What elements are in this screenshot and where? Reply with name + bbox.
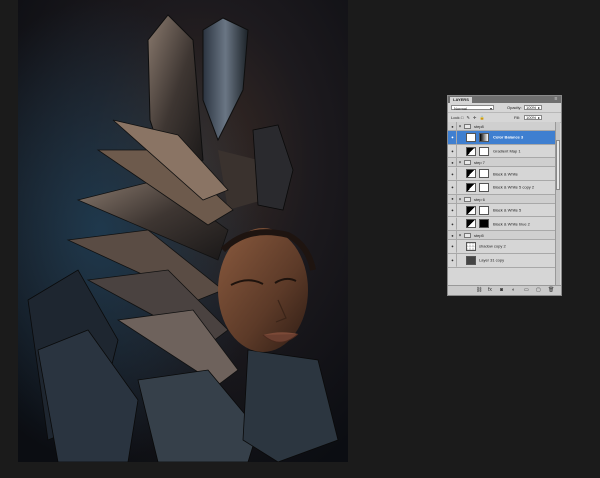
layer-row[interactable]: ● Black & White 5 <box>448 203 556 218</box>
opacity-label: Opacity: <box>507 105 522 110</box>
panel-menu-icon[interactable]: ≡ <box>553 97 559 102</box>
eye-icon[interactable]: ● <box>449 158 457 167</box>
adjustment-thumbnail-icon <box>466 219 476 229</box>
adjustment-thumbnail-icon <box>466 183 476 193</box>
disclosure-triangle-icon[interactable]: ▾ <box>459 233 461 238</box>
layer-name: Black & White 5 <box>493 207 522 213</box>
trash-icon[interactable]: 🗑 <box>548 288 554 293</box>
group-name: step5 <box>474 233 484 239</box>
eye-icon[interactable]: ● <box>449 217 457 231</box>
eye-icon[interactable]: ● <box>449 131 457 144</box>
layers-list: ● ▾ step8 ● Color Balance 3 ● Gradient M… <box>448 122 556 287</box>
fill-label: Fill: <box>514 115 521 120</box>
opacity-value: 100% <box>526 105 537 110</box>
eye-icon[interactable]: ● <box>449 203 457 217</box>
group-name: step 6 <box>474 196 485 202</box>
layer-name: Gradient Map 1 <box>493 148 521 154</box>
eye-icon[interactable]: ● <box>449 144 457 158</box>
eye-icon[interactable]: ● <box>449 181 457 194</box>
disclosure-triangle-icon[interactable]: ▾ <box>459 124 461 129</box>
layer-row[interactable]: ● Black & White <box>448 167 556 182</box>
adjustment-thumbnail-icon <box>466 205 476 215</box>
chevron-right-icon: ▸ <box>537 115 540 120</box>
blend-mode-select[interactable]: Normal ▾ <box>451 105 494 111</box>
layer-group-row[interactable]: ● ▾ step8 <box>448 122 556 131</box>
group-name: step8 <box>474 124 484 129</box>
scrollbar-thumb[interactable] <box>556 140 560 190</box>
disclosure-triangle-icon[interactable]: ▾ <box>459 196 461 201</box>
layer-mask-thumbnail <box>479 205 489 215</box>
adjustment-thumbnail-icon <box>466 169 476 179</box>
layer-name: shadow copy 2 <box>479 243 506 249</box>
layer-row[interactable]: ● Black & White 5 copy 2 <box>448 181 556 195</box>
layer-group-row[interactable]: ● ▾ step 6 <box>448 194 556 204</box>
layers-scrollbar[interactable] <box>555 122 560 287</box>
eye-icon[interactable]: ● <box>449 167 457 181</box>
fill-value: 100% <box>526 115 537 120</box>
fx-icon[interactable]: fx <box>488 288 492 293</box>
layer-mask-thumbnail <box>479 133 489 142</box>
chevron-right-icon: ▸ <box>537 105 540 110</box>
folder-icon <box>464 160 471 166</box>
layer-row[interactable]: ● Gradient Map 1 <box>448 144 556 159</box>
layer-row[interactable]: ● shadow copy 2 <box>448 240 556 254</box>
folder-icon <box>464 124 471 129</box>
blend-mode-value: Normal <box>454 106 467 111</box>
adjustment-thumbnail-icon <box>466 133 476 142</box>
layer-mask-thumbnail <box>479 219 489 229</box>
layers-panel: LAYERS ≡ Normal ▾ Opacity: 100% ▸ Lock: … <box>447 95 562 296</box>
eye-icon[interactable]: ● <box>449 253 457 267</box>
layer-name: Layer 31 copy <box>479 257 505 263</box>
layer-row[interactable]: ● Black & White blue 2 <box>448 217 556 232</box>
layer-group-row[interactable]: ● ▾ step 7 <box>448 158 556 168</box>
blend-opacity-row: Normal ▾ Opacity: 100% ▸ <box>448 103 561 113</box>
link-icon[interactable]: ⛓ <box>476 288 482 293</box>
eye-icon[interactable]: ● <box>449 122 457 130</box>
chevron-down-icon: ▾ <box>489 106 492 111</box>
layer-name: Black & White blue 2 <box>493 221 530 227</box>
layer-group-row[interactable]: ● ▾ step5 <box>448 231 556 241</box>
panel-titlebar: LAYERS ≡ <box>448 96 561 103</box>
layer-thumbnail <box>466 255 476 265</box>
portrait-artwork <box>18 0 348 462</box>
eye-icon[interactable]: ● <box>449 240 457 253</box>
eye-icon[interactable]: ● <box>449 231 457 240</box>
layer-mask-thumbnail <box>479 183 489 193</box>
lock-icons[interactable]: □ ✎ ✛ 🔒 <box>461 115 485 120</box>
fill-field[interactable]: 100% ▸ <box>524 115 542 120</box>
folder-icon[interactable]: ▭ <box>524 288 529 293</box>
disclosure-triangle-icon[interactable]: ▾ <box>459 160 461 165</box>
layer-name: Black & White <box>493 171 518 177</box>
panel-bottom-toolbar: ⛓ fx ◙ ◐ ▭ ▢ 🗑 <box>448 285 561 295</box>
layer-name: Color Balance 3 <box>493 134 524 140</box>
eye-icon[interactable]: ● <box>449 194 457 203</box>
new-layer-icon[interactable]: ▢ <box>536 288 541 293</box>
mask-icon[interactable]: ◙ <box>500 288 503 293</box>
layer-mask-thumbnail <box>479 146 489 156</box>
layer-mask-thumbnail <box>479 169 489 179</box>
adjustment-thumbnail-icon <box>466 146 476 156</box>
layer-row[interactable]: ● Color Balance 3 <box>448 131 556 145</box>
layer-thumbnail <box>466 242 476 252</box>
layer-name: Black & White 5 copy 2 <box>493 184 535 190</box>
layer-row[interactable]: ● Layer 31 copy <box>448 253 556 268</box>
folder-icon <box>464 233 471 239</box>
opacity-field[interactable]: 100% ▸ <box>524 105 542 110</box>
group-name: step 7 <box>474 160 485 166</box>
adjustment-icon[interactable]: ◐ <box>512 288 515 293</box>
folder-icon <box>464 196 471 202</box>
lock-label: Lock: <box>451 115 461 120</box>
